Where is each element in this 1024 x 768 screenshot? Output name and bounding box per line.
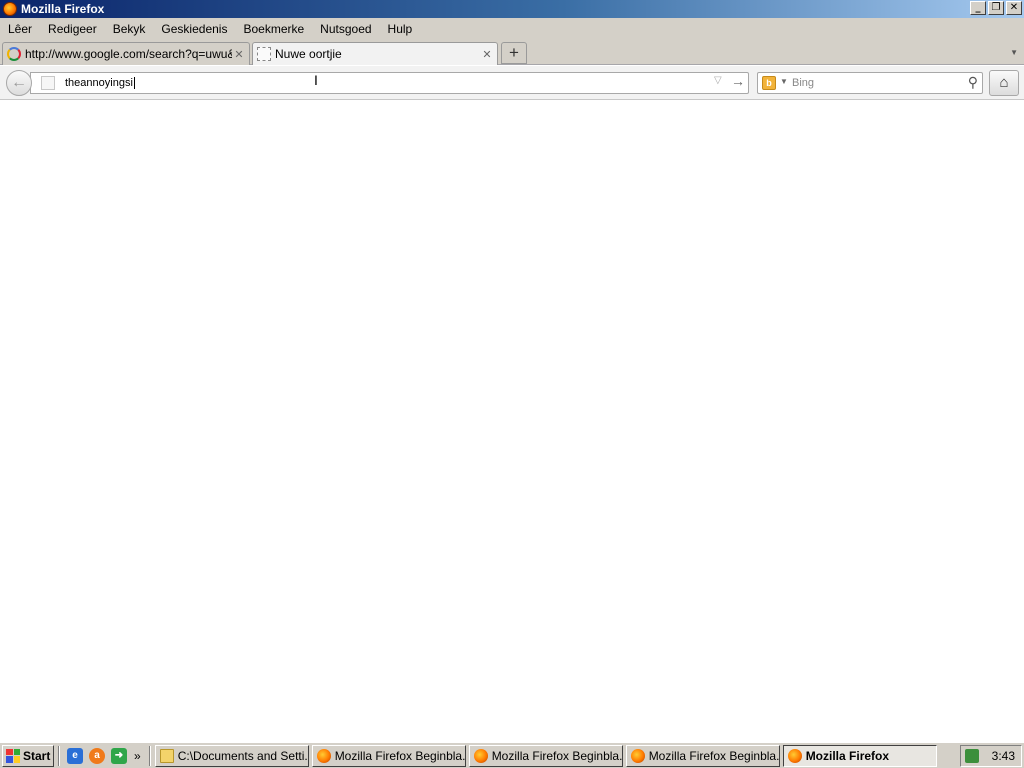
taskbar-item-firefox-1[interactable]: Mozilla Firefox Beginbla... [311,744,466,767]
search-magnifier-icon[interactable]: ⚲ [968,74,978,91]
page-content[interactable] [0,101,1024,742]
taskbar-item-firefox-3[interactable]: Mozilla Firefox Beginbla... [625,744,780,767]
taskbar-item-explorer[interactable]: C:\Documents and Setti... [154,744,309,767]
firefox-icon [316,748,331,763]
menu-bar: Lêer Redigeer Bekyk Geskiedenis Boekmerk… [0,18,1024,39]
bing-engine-icon[interactable]: b [762,76,776,90]
window-title: Mozilla Firefox [21,2,105,16]
windows-logo-icon [6,748,20,763]
engine-dropdown-icon[interactable]: ▼ [780,77,788,86]
clock[interactable]: 3:43 [992,749,1015,763]
tab-label: Nuwe oortjie [275,47,342,61]
start-label: Start [23,748,51,763]
title-bar: Mozilla Firefox _ ❐ ✕ [0,0,1024,18]
firefox-icon [787,748,802,763]
tab-close-icon[interactable]: ✕ [480,48,494,61]
firefox-icon[interactable] [3,2,17,16]
back-button[interactable]: ← [6,70,32,96]
window-controls: _ ❐ ✕ [970,1,1022,15]
minimize-button[interactable]: _ [970,1,986,15]
url-input[interactable]: theannoyingsi [65,74,705,92]
home-button[interactable]: ⌂ [989,70,1019,96]
quicklaunch-more-icon[interactable]: » [134,749,141,763]
quicklaunch-separator [148,745,151,766]
menu-history[interactable]: Geskiedenis [153,22,235,36]
navigation-toolbar: theannoyingsi ▽ → ← b ▼ Bing ⚲ ⌂ [0,66,1024,100]
menu-edit[interactable]: Redigeer [40,22,105,36]
avast-icon[interactable]: a [89,747,105,764]
blank-page-icon [257,47,271,61]
taskbar-item-label: Mozilla Firefox [805,748,890,763]
text-caret [133,77,135,90]
menu-bookmarks[interactable]: Boekmerke [235,22,312,36]
taskbar-item-firefox-active[interactable]: Mozilla Firefox [782,744,937,767]
menu-tools[interactable]: Nutsgoed [312,22,379,36]
tab-new-tab[interactable]: Nuwe oortjie ✕ [252,42,498,65]
firefox-icon [473,748,488,763]
show-desktop-icon[interactable]: ➜ [111,747,127,764]
menu-view[interactable]: Bekyk [105,22,154,36]
new-tab-button[interactable]: + [501,42,527,64]
taskbar-item-label: Mozilla Firefox Beginbla... [648,748,780,763]
google-icon [7,47,21,61]
taskbar-item-firefox-2[interactable]: Mozilla Firefox Beginbla... [468,744,623,767]
site-identity-icon[interactable] [41,76,55,90]
go-arrow-icon[interactable]: → [731,73,745,89]
url-bar[interactable]: theannoyingsi ▽ → [30,72,749,94]
quicklaunch-separator [58,745,60,766]
tab-close-icon[interactable]: ✕ [232,48,246,61]
network-tray-icon[interactable] [965,748,979,763]
close-button[interactable]: ✕ [1006,1,1022,15]
tab-list-chevron-icon[interactable]: ▼ [1010,48,1018,57]
taskbar-item-label: C:\Documents and Setti... [177,748,309,763]
tab-google-search[interactable]: http://www.google.com/search?q=uwu&... ✕ [2,42,250,65]
taskbar-item-label: Mozilla Firefox Beginbla... [491,748,623,763]
firefox-icon [630,748,645,763]
url-history-dropdown-icon[interactable]: ▽ [714,75,722,86]
internet-explorer-icon[interactable]: e [67,747,83,764]
search-bar[interactable]: b ▼ Bing ⚲ [757,72,983,94]
tab-label: http://www.google.com/search?q=uwu&... [25,47,232,61]
url-text: theannoyingsi [65,77,133,89]
menu-file[interactable]: Lêer [0,22,40,36]
taskbar: Start e a ➜ » C:\Documents and Setti... … [0,742,1024,768]
menu-help[interactable]: Hulp [380,22,421,36]
taskbar-item-label: Mozilla Firefox Beginbla... [334,748,466,763]
search-input[interactable]: Bing [792,75,952,91]
back-arrow-icon: ← [11,74,27,91]
i-beam-cursor-icon: I [314,72,318,88]
home-icon: ⌂ [999,74,1009,91]
start-button[interactable]: Start [2,744,54,767]
restore-button[interactable]: ❐ [988,1,1004,15]
folder-icon [159,748,174,763]
system-tray: 3:43 [960,744,1022,767]
